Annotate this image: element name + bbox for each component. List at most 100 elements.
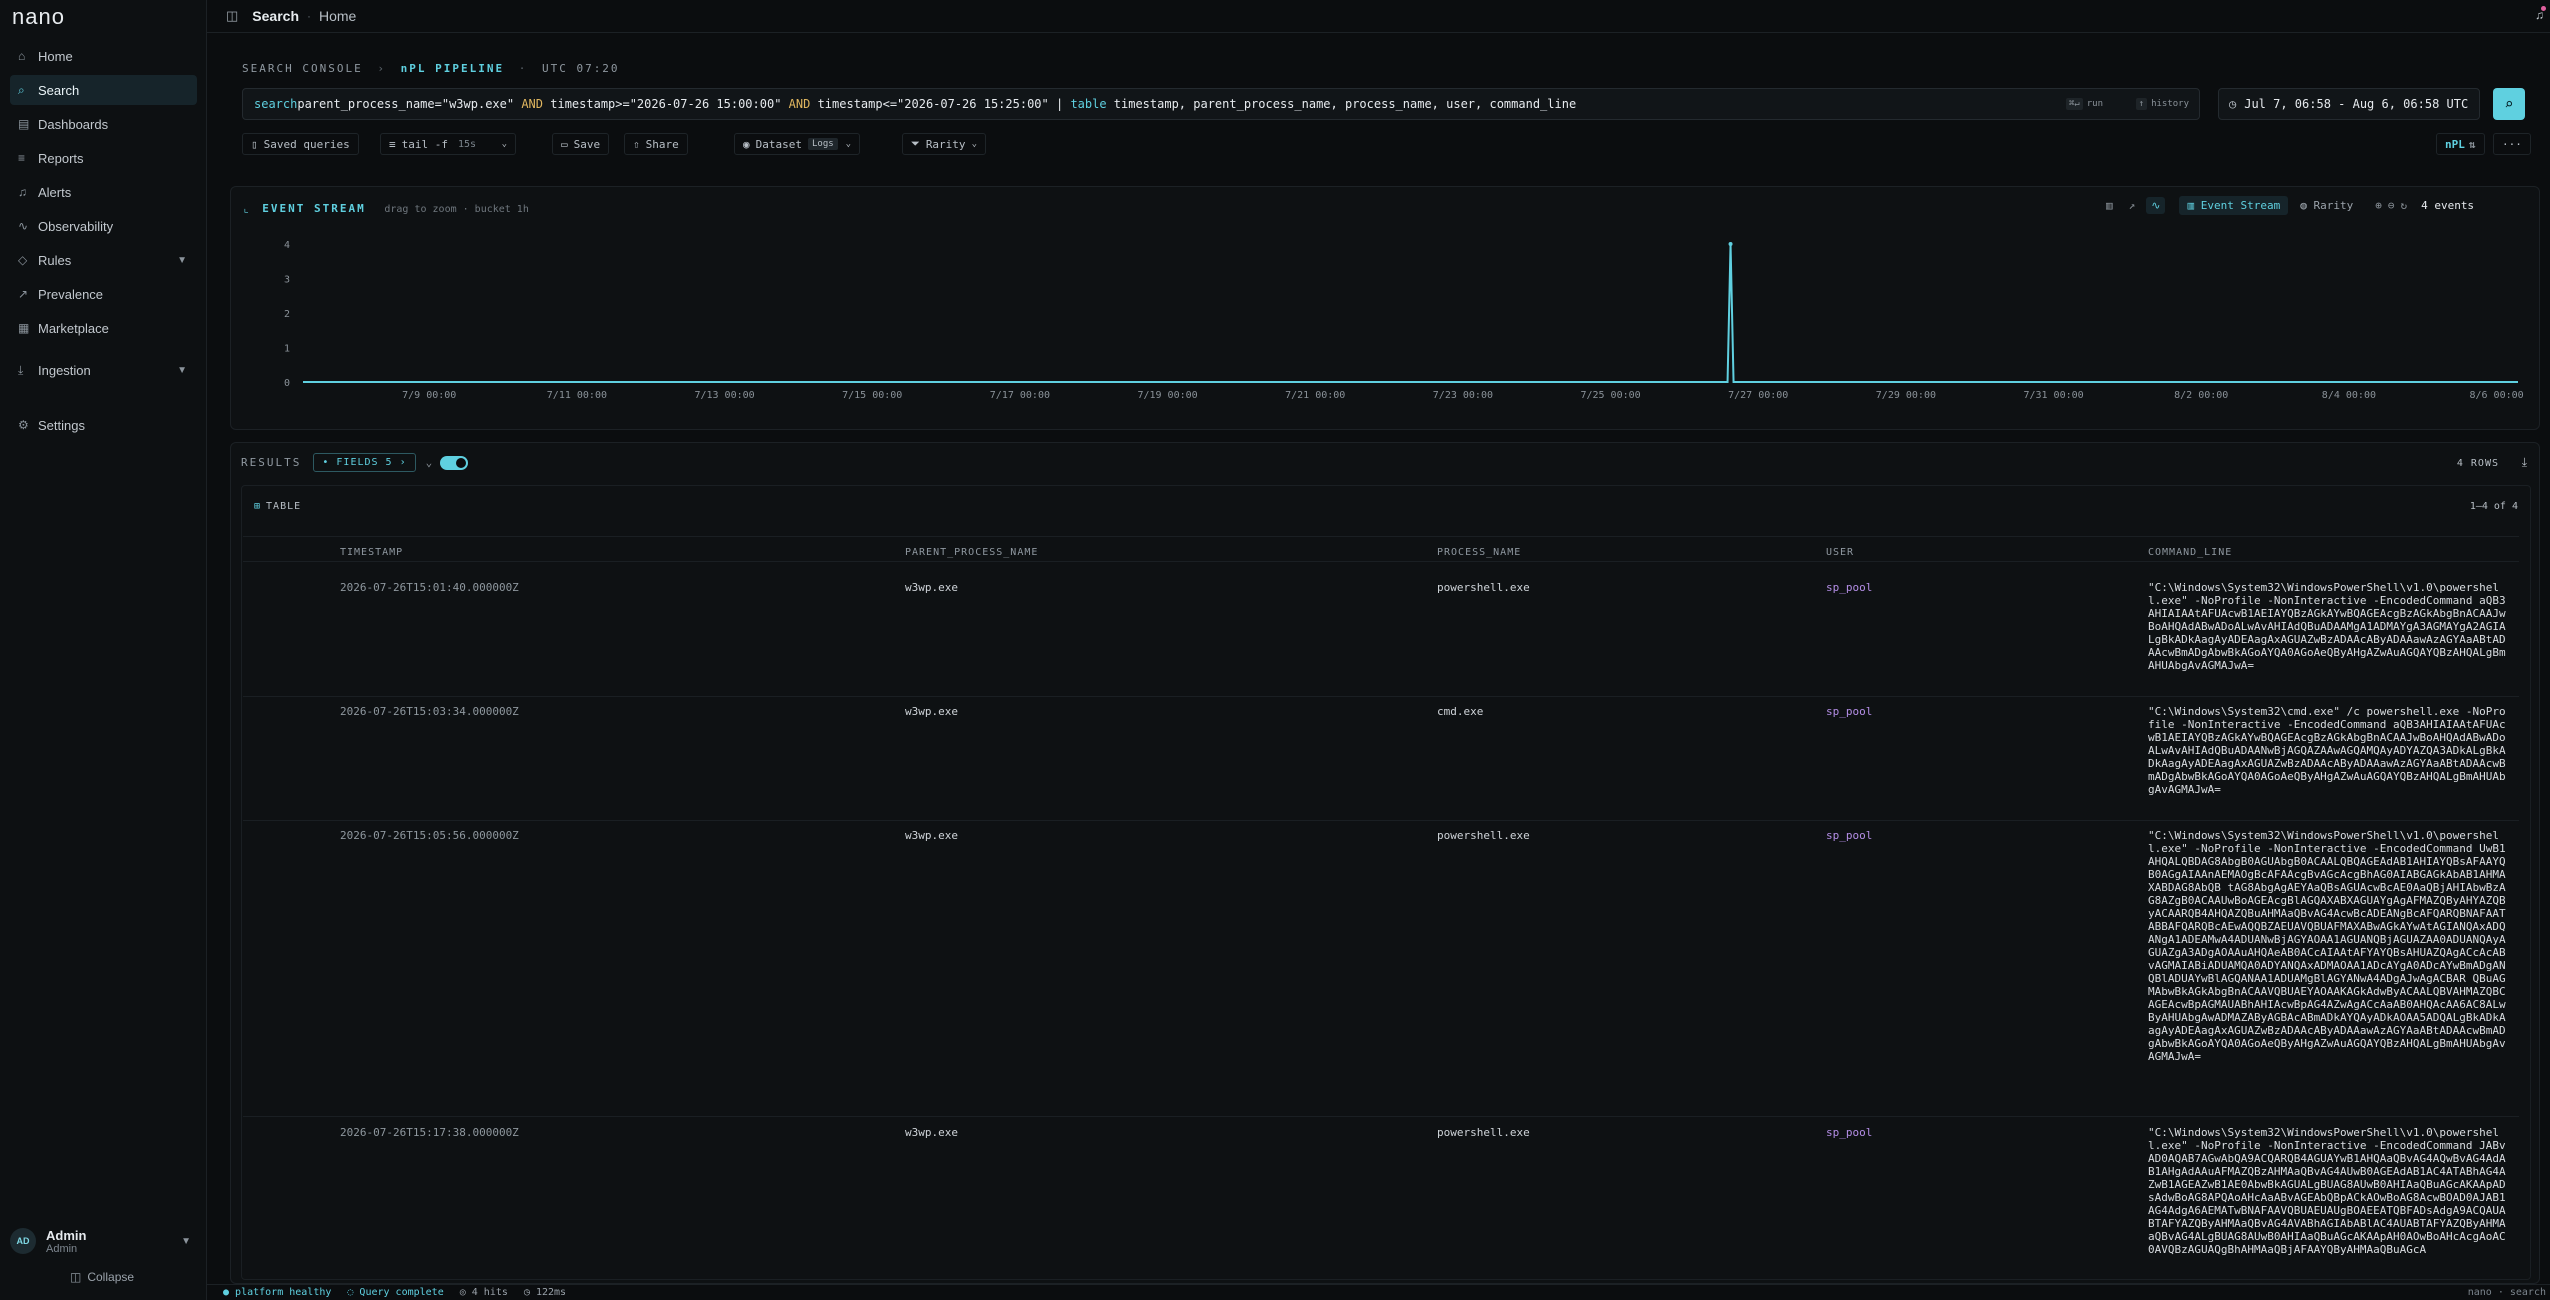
- clock-icon: ◷: [2229, 97, 2237, 111]
- sidebar-item-label: Ingestion: [38, 362, 91, 378]
- x-tick-label: 8/4 00:00: [2322, 390, 2376, 401]
- nano-logo[interactable]: nano: [12, 4, 65, 30]
- column-header-parent-process-name[interactable]: PARENT_PROCESS_NAME: [905, 547, 1038, 558]
- cell-user[interactable]: sp_pool: [1826, 829, 1872, 842]
- bookmark-icon: ▯: [251, 137, 258, 151]
- cell-timestamp: 2026-07-26T15:17:38.000000Z: [340, 1126, 519, 1139]
- sidebar: nano ⌂ Home ⌕ Search ▤ Dashboards ≡ Reports …: [0, 0, 207, 1300]
- cell-process: powershell.exe: [1437, 829, 1530, 842]
- history-hint[interactable]: ↑ history: [2135, 98, 2189, 110]
- chevron-down-icon[interactable]: ▼: [177, 365, 187, 376]
- query-input[interactable]: search parent_process_name="w3wp.exe" AN…: [242, 88, 2200, 120]
- query-status: ◌ Query complete: [347, 1287, 443, 1298]
- column-header-command-line[interactable]: COMMAND_LINE: [2148, 547, 2232, 558]
- npl-toggle[interactable]: nPL ⇅: [2436, 133, 2485, 155]
- more-options-button[interactable]: ···: [2493, 133, 2531, 155]
- rarity-filter[interactable]: ⏷ Rarity ⌄: [902, 133, 986, 155]
- column-header-user[interactable]: USER: [1826, 547, 1854, 558]
- column-header-timestamp[interactable]: TIMESTAMP: [340, 547, 403, 558]
- collapse-icon: ◫: [70, 1270, 82, 1284]
- dataset-label: Dataset: [755, 137, 802, 151]
- sidebar-item-alerts[interactable]: ♫ Alerts: [10, 177, 197, 207]
- sidebar-item-label: Prevalence: [38, 286, 104, 302]
- sidebar-item-label: Observability: [38, 218, 114, 234]
- download-icon: ⤓: [18, 362, 24, 377]
- cell-user[interactable]: sp_pool: [1826, 1126, 1872, 1139]
- sidebar-item-marketplace[interactable]: ▦ Marketplace: [10, 313, 197, 343]
- user-menu[interactable]: AD Admin Admin ▼: [10, 1220, 197, 1262]
- sidebar-item-settings[interactable]: ⚙ Settings: [10, 410, 197, 440]
- table-pager: 1–4 of 4: [2469, 501, 2518, 512]
- dataset-select[interactable]: ◉ Dataset Logs ⌄: [734, 133, 861, 155]
- share-label: Share: [645, 137, 679, 151]
- sidebar-item-prevalence[interactable]: ↗ Prevalence: [10, 279, 197, 309]
- x-tick-label: 7/19 00:00: [1137, 390, 1197, 401]
- list-icon: ≡: [389, 137, 396, 151]
- share-button[interactable]: ⇧ Share: [624, 133, 688, 155]
- results-toggle[interactable]: [440, 455, 469, 470]
- sidebar-toggle-icon[interactable]: ◫: [226, 8, 238, 24]
- breadcrumb-home[interactable]: Home: [319, 8, 356, 24]
- sidebar-item-search[interactable]: ⌕ Search: [10, 75, 197, 105]
- cell-command-line: "C:\Windows\System32\cmd.exe" /c powersh…: [2148, 705, 2506, 796]
- status-bar: ● platform healthy ◌ Query complete ◎ 4 …: [207, 1284, 2550, 1300]
- console-label: SEARCH CONSOLE: [242, 62, 363, 75]
- query-token-operator: AND: [788, 97, 811, 111]
- cell-user[interactable]: sp_pool: [1826, 705, 1872, 718]
- collapse-button[interactable]: ◫ Collapse: [70, 1270, 134, 1284]
- saved-queries-button[interactable]: ▯ Saved queries: [242, 133, 359, 155]
- history-hint-label: history: [2151, 99, 2189, 109]
- tail-interval: 15s: [457, 138, 477, 150]
- target-icon: ◎: [459, 1287, 472, 1298]
- fields-button[interactable]: • FIELDS 5 ›: [313, 453, 416, 472]
- sidebar-item-dashboards[interactable]: ▤ Dashboards: [10, 109, 197, 139]
- spike-point[interactable]: [1728, 242, 1733, 246]
- chevron-down-icon[interactable]: ▼: [181, 1236, 191, 1247]
- cell-parent-process: w3wp.exe: [905, 581, 958, 594]
- chevron-down-icon[interactable]: ⌄: [426, 456, 433, 469]
- sidebar-item-rules[interactable]: ◇ Rules ▼: [10, 245, 197, 275]
- run-hint: ⌘↵ run: [2065, 98, 2103, 110]
- divider: [243, 1116, 2519, 1117]
- event-stream-chart[interactable]: 0 1 2 3 4 7/9 00:00 7/11 00:00 7/13 00:00 7/15 0…: [230, 186, 2540, 430]
- brand-label: nano · search: [2467, 1287, 2546, 1298]
- run-hint-label: run: [2086, 99, 2103, 109]
- y-tick-label: 3: [284, 275, 290, 286]
- cell-command-line: "C:\Windows\System32\WindowsPowerShell\v…: [2148, 1126, 2506, 1256]
- breadcrumb-current: Search: [252, 8, 299, 24]
- x-tick-label: 7/31 00:00: [2023, 390, 2083, 401]
- tail-toggle[interactable]: ≡ tail -f 15s ⌄: [380, 133, 516, 155]
- console-header: SEARCH CONSOLE › nPL PIPELINE · UTC 07:2…: [242, 62, 620, 75]
- x-tick-label: 7/25 00:00: [1580, 390, 1640, 401]
- sidebar-item-home[interactable]: ⌂ Home: [10, 41, 197, 71]
- column-header-process-name[interactable]: PROCESS_NAME: [1437, 547, 1521, 558]
- sidebar-item-label: Home: [38, 48, 73, 64]
- sidebar-item-label: Settings: [38, 417, 85, 433]
- sidebar-item-ingestion[interactable]: ⤓ Ingestion ▼: [10, 355, 197, 385]
- save-button[interactable]: ▭ Save: [552, 133, 610, 155]
- npl-label: nPL: [2445, 137, 2465, 151]
- query-token-command: table: [1070, 97, 1107, 111]
- x-tick-label: 7/23 00:00: [1433, 390, 1493, 401]
- cell-parent-process: w3wp.exe: [905, 829, 958, 842]
- sidebar-item-observability[interactable]: ∿ Observability: [10, 211, 197, 241]
- cell-user[interactable]: sp_pool: [1826, 581, 1872, 594]
- results-header: RESULTS • FIELDS 5 › ⌄: [241, 453, 469, 472]
- download-icon[interactable]: ⤓: [2522, 455, 2527, 470]
- event-series-line: [303, 243, 2518, 383]
- sidebar-item-reports[interactable]: ≡ Reports: [10, 143, 197, 173]
- timer-icon: ◷: [523, 1287, 536, 1298]
- notification-bell-icon[interactable]: ♫: [2535, 6, 2546, 22]
- cell-process: powershell.exe: [1437, 1126, 1530, 1139]
- bell-icon: ♫: [18, 185, 27, 199]
- query-token-operator: AND: [521, 97, 544, 111]
- time-range-picker[interactable]: ◷ Jul 7, 06:58 - Aug 6, 06:58 UTC: [2218, 88, 2480, 120]
- cell-command-line: "C:\Windows\System32\WindowsPowerShell\v…: [2148, 829, 2506, 1063]
- query-duration: ◷ 122ms: [524, 1287, 566, 1298]
- query-token-fields: timestamp, parent_process_name, process_…: [1106, 97, 1577, 111]
- chevron-down-icon[interactable]: ▼: [177, 255, 187, 266]
- divider: [243, 696, 2519, 697]
- run-search-button[interactable]: ⌕: [2493, 88, 2525, 120]
- cell-parent-process: w3wp.exe: [905, 705, 958, 718]
- cell-command-line: "C:\Windows\System32\WindowsPowerShell\v…: [2148, 581, 2506, 672]
